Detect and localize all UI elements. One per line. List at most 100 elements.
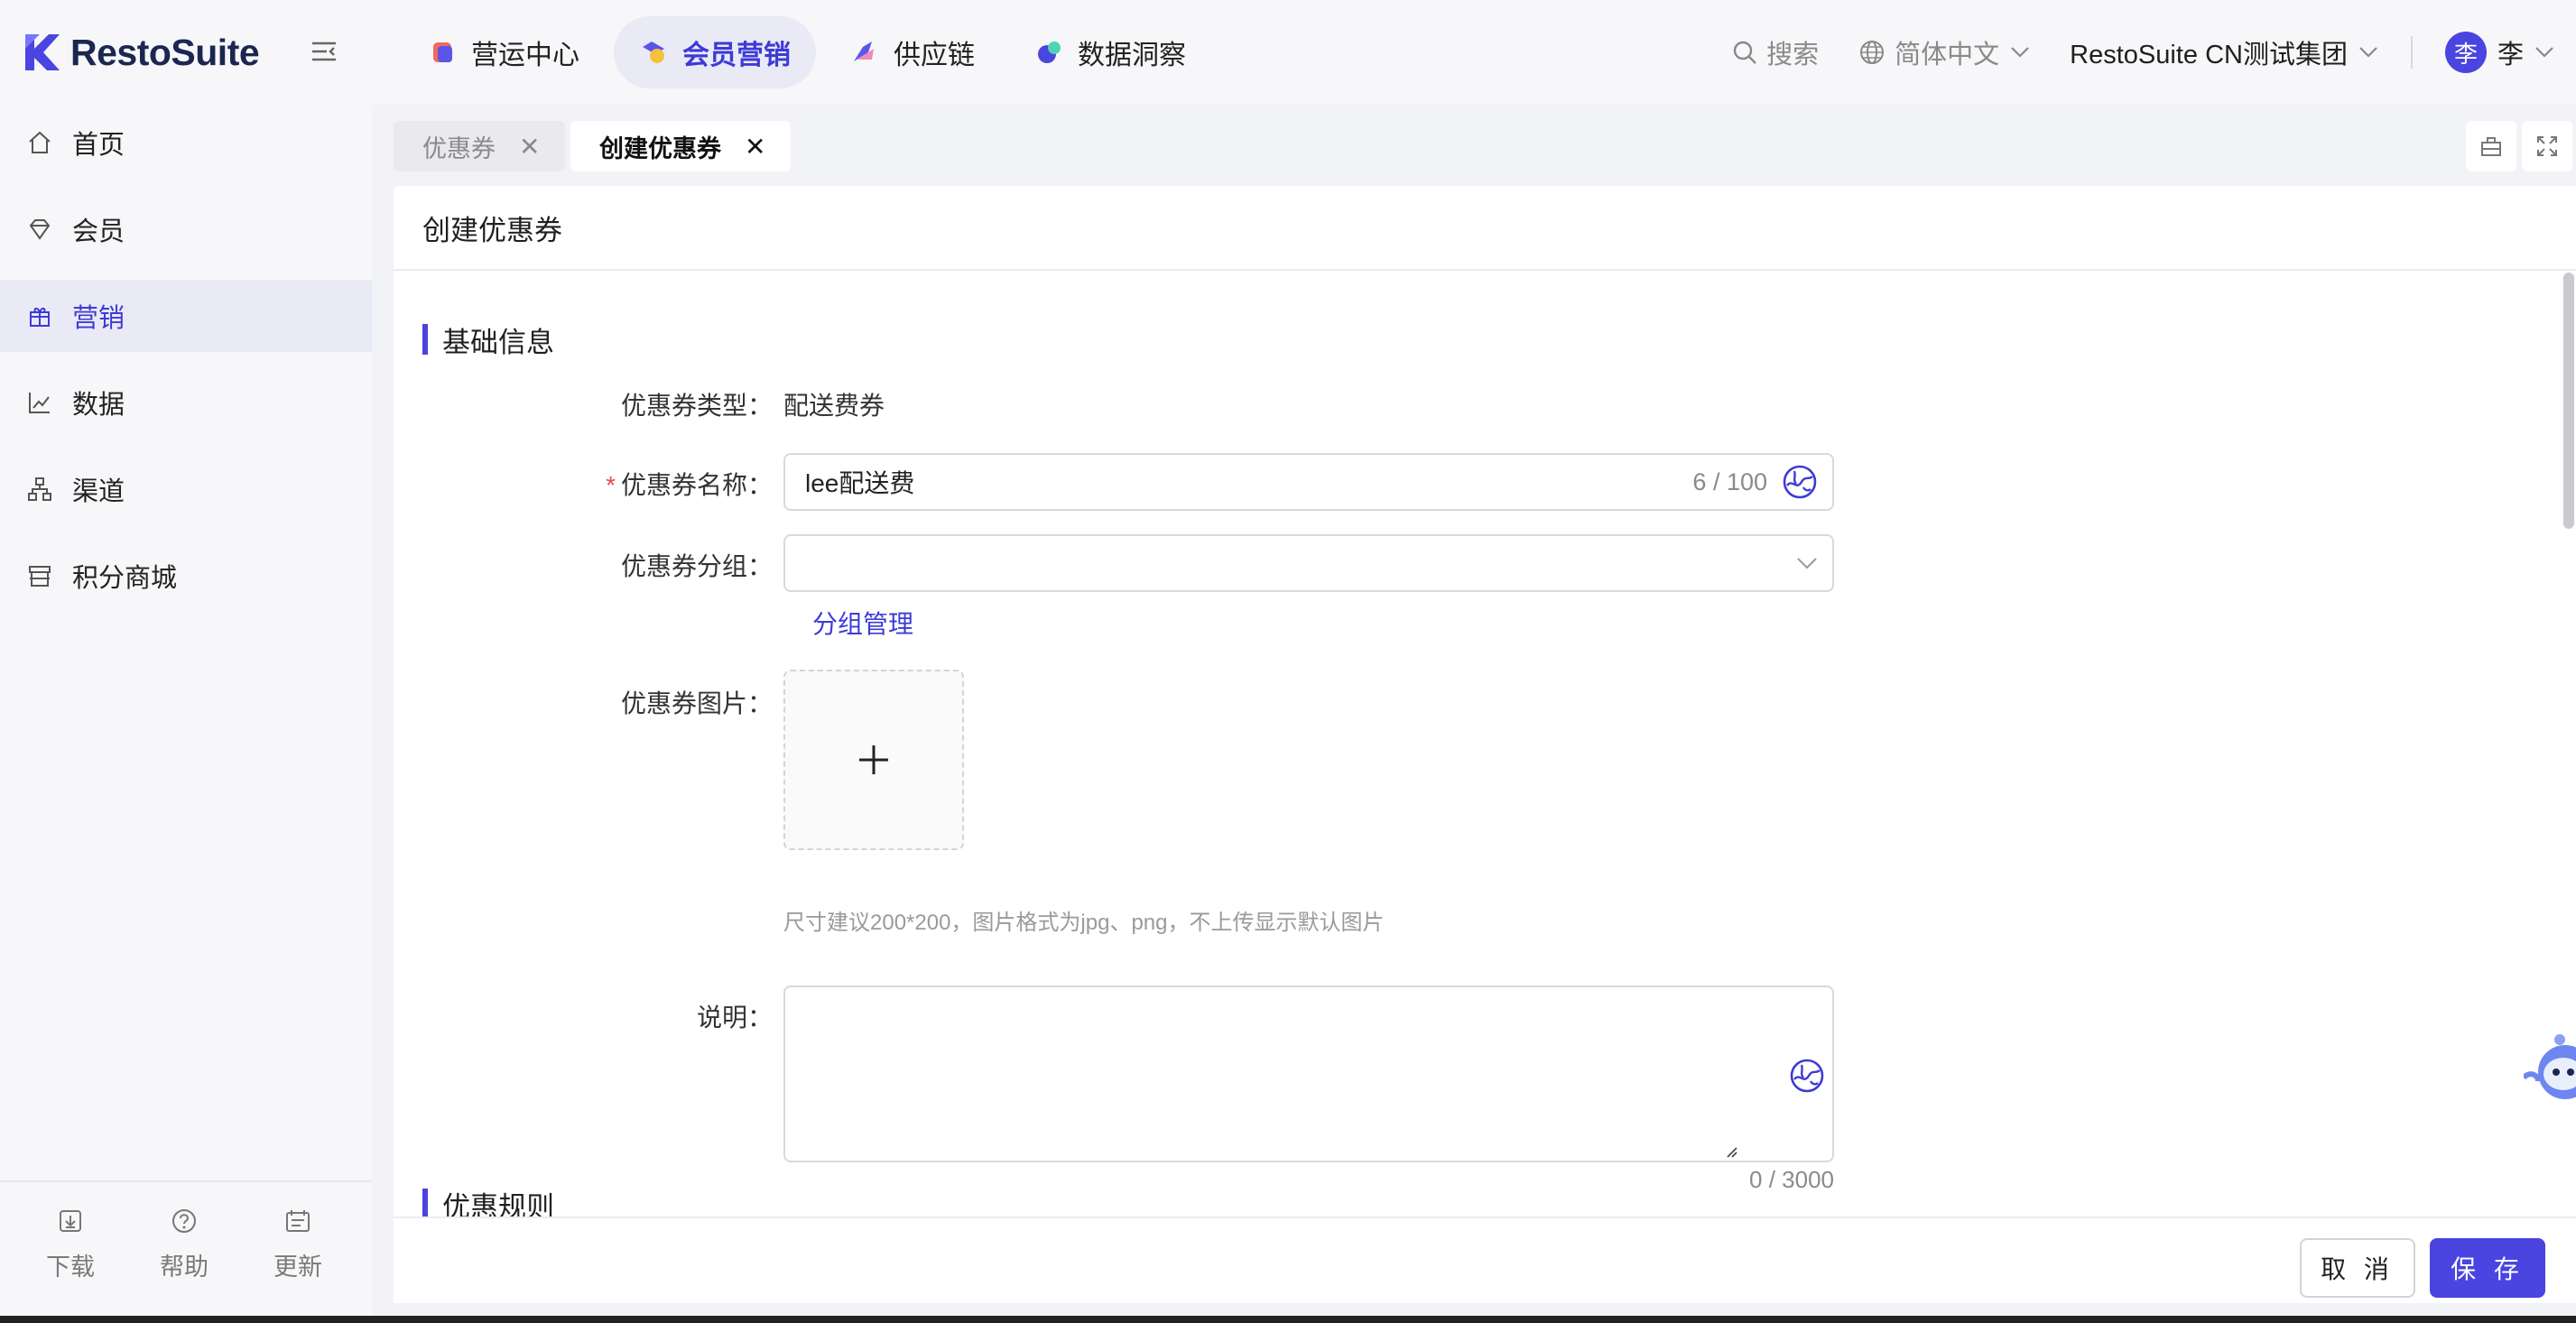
sidebar-item-data[interactable]: 数据 (0, 366, 372, 439)
save-button[interactable]: 保 存 (2430, 1238, 2545, 1298)
top-nav-supply-chain[interactable]: 供应链 (825, 16, 1000, 88)
chevron-down-icon (2011, 47, 2029, 58)
sidebar-item-label: 积分商城 (72, 564, 178, 593)
top-nav-label: 营运中心 (471, 41, 579, 70)
pin-tab-button[interactable] (2466, 121, 2516, 171)
avatar: 李 (2444, 32, 2487, 73)
channel-icon (28, 477, 51, 501)
section-basic-info: 基础信息 (422, 323, 554, 358)
sidebar-item-home[interactable]: 首页 (0, 106, 372, 179)
tab-create-coupon[interactable]: 创建优惠券 ✕ (570, 121, 791, 171)
data-insight-icon (1038, 42, 1061, 63)
coupon-name-value: lee配送费 (805, 469, 915, 497)
download-button[interactable]: 下载 (25, 1207, 116, 1282)
sidebar-item-label: 首页 (72, 131, 125, 160)
help-button[interactable]: 帮助 (139, 1207, 229, 1282)
sidebar-footer: 下载 帮助 更新 (0, 1180, 372, 1323)
coupon-image-label: 优惠券图片： (620, 689, 773, 717)
chevron-down-icon (1797, 558, 1817, 569)
top-nav-data-insight[interactable]: 数据洞察 (1009, 16, 1211, 88)
brand-name: RestoSuite (70, 31, 260, 73)
page-title: 创建优惠券 (394, 186, 2576, 271)
image-hint: 尺寸建议200*200，图片格式为jpg、png，不上传显示默认图片 (783, 911, 1385, 935)
expand-icon (2537, 136, 2557, 156)
required-mark: * (606, 471, 616, 499)
tab-coupons[interactable]: 优惠券 ✕ (394, 121, 565, 171)
brand-logo[interactable]: RestoSuite (23, 27, 260, 78)
tab-label: 创建优惠券 (599, 134, 721, 162)
coupon-type-label: 优惠券类型： (620, 392, 773, 420)
robot-mascot-icon (2524, 1034, 2576, 1099)
globe-icon (1860, 41, 1885, 64)
chevron-down-icon (2359, 47, 2377, 58)
scrollbar[interactable] (2563, 273, 2574, 529)
action-bar: 取 消 保 存 (394, 1217, 2576, 1303)
search-icon (1733, 41, 1756, 64)
sidebar-item-points-mall[interactable]: 积分商城 (0, 540, 372, 612)
tabs-bar: 优惠券 ✕ 创建优惠券 ✕ (372, 105, 2576, 186)
user-menu[interactable]: 李 李 (2444, 32, 2554, 73)
coupon-group-label: 优惠券分组： (620, 552, 773, 580)
org-label: RestoSuite CN测试集团 (2070, 41, 2348, 69)
fullscreen-button[interactable] (2522, 121, 2572, 171)
resize-handle-icon[interactable] (1726, 1146, 1738, 1159)
tab-label: 优惠券 (422, 134, 496, 162)
close-icon[interactable]: ✕ (745, 132, 765, 162)
coupon-type-value: 配送费券 (783, 392, 885, 420)
sidebar: 首页 会员 营销 数据 渠道 积分商城 下载 帮助 更新 (0, 105, 372, 1323)
home-icon (29, 131, 51, 153)
sidebar-item-member[interactable]: 会员 (0, 193, 372, 265)
download-label: 下载 (46, 1254, 95, 1281)
pin-icon (2481, 137, 2501, 156)
divider (2410, 36, 2413, 69)
help-icon (172, 1209, 196, 1233)
description-label: 说明： (696, 1004, 773, 1032)
close-icon[interactable]: ✕ (519, 132, 540, 162)
top-bar: RestoSuite 营运中心 会员营销 供应链 数据洞察 搜索 简体中文 Re… (0, 0, 2576, 105)
collapse-menu-icon[interactable] (310, 38, 343, 67)
group-manage-link[interactable]: 分组管理 (812, 605, 913, 641)
main-panel: 创建优惠券 基础信息 优惠券类型： 配送费券 * 优惠券名称： lee配送费 6 … (394, 186, 2576, 1303)
language-selector[interactable]: 简体中文 (1858, 33, 2030, 71)
org-selector[interactable]: RestoSuite CN测试集团 (2070, 33, 2378, 71)
user-name: 李 (2497, 41, 2524, 69)
translate-icon[interactable] (1789, 1058, 1825, 1094)
sidebar-item-channel[interactable]: 渠道 (0, 453, 372, 525)
top-nav-label: 数据洞察 (1078, 41, 1186, 70)
sidebar-item-marketing[interactable]: 营销 (0, 280, 372, 352)
download-icon (60, 1210, 81, 1232)
section-discount-rules: 优惠规则 (422, 1188, 554, 1223)
top-nav: 营运中心 会员营销 供应链 数据洞察 (403, 16, 1220, 88)
top-nav-member-marketing[interactable]: 会员营销 (614, 16, 816, 88)
assistant-mascot[interactable] (2524, 1022, 2576, 1119)
store-icon (29, 566, 51, 587)
coupon-name-input[interactable]: lee配送费 6 / 100 (783, 453, 1834, 511)
cancel-button[interactable]: 取 消 (2300, 1238, 2415, 1298)
sidebar-item-label: 会员 (72, 217, 125, 246)
description-textarea[interactable] (783, 985, 1834, 1162)
language-label: 简体中文 (1895, 41, 2000, 69)
supply-chain-icon (854, 42, 874, 61)
sidebar-item-label: 渠道 (72, 477, 125, 506)
bottom-strip (0, 1316, 2576, 1323)
top-nav-operations[interactable]: 营运中心 (403, 16, 605, 88)
global-search[interactable]: 搜索 (1732, 33, 1819, 71)
sidebar-item-label: 营销 (72, 304, 125, 333)
chevron-down-icon (2535, 47, 2553, 58)
image-upload[interactable] (783, 670, 964, 850)
operations-icon (433, 42, 452, 62)
diamond-icon (29, 219, 51, 240)
sidebar-item-label: 数据 (72, 391, 125, 420)
coupon-group-select[interactable] (783, 534, 1834, 592)
member-marketing-icon (643, 42, 664, 63)
description-count: 0 / 3000 (1749, 1166, 1834, 1193)
update-button[interactable]: 更新 (253, 1207, 343, 1282)
translate-icon[interactable] (1782, 464, 1818, 500)
help-label: 帮助 (160, 1254, 208, 1281)
plus-icon (859, 745, 888, 774)
coupon-name-count: 6 / 100 (1692, 467, 1767, 495)
coupon-name-label: * 优惠券名称： (394, 466, 773, 502)
update-icon (286, 1210, 310, 1232)
top-nav-label: 供应链 (894, 41, 975, 70)
restosuite-logo-icon (25, 34, 60, 70)
